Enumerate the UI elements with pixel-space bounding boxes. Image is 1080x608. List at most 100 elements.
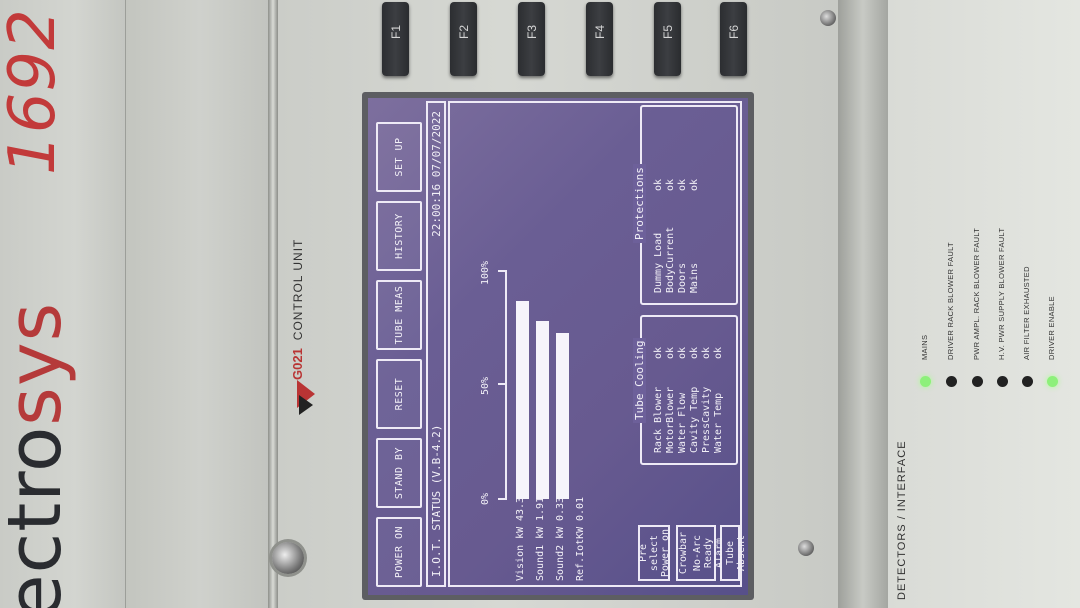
indicator-label: H.V. PWR SUPPLY BLOWER FAULT	[997, 227, 1006, 360]
scale-label-0: 0%	[480, 492, 491, 505]
status-item-name: Mains	[689, 262, 700, 293]
measurement-label: Sound1 kW	[535, 526, 546, 581]
indicator-led-icon	[1022, 376, 1033, 387]
brand-suffix: sys	[0, 301, 78, 426]
status-datetime: 22:00:16 07/07/2022	[429, 111, 443, 237]
crowbar-line1: No-Arc	[692, 534, 703, 572]
scale-tick	[498, 498, 505, 500]
status-item-name: Doors	[677, 262, 688, 293]
tube-meas-button[interactable]: TUBE MEAS	[376, 280, 422, 350]
indicator-led-icon	[997, 376, 1008, 387]
measurement-label: Ref.IotKW	[575, 526, 586, 581]
alarm-line1: Alarm Tube	[713, 537, 736, 569]
lcd-content: POWER ON STAND BY RESET TUBE MEAS HISTOR…	[368, 98, 748, 595]
status-item-state: ok	[653, 346, 664, 359]
indicator-led-icon	[946, 376, 957, 387]
left-cabinet-panel: 1692 ectrosys	[0, 0, 125, 608]
measurement-bar	[516, 301, 529, 499]
status-item-state: ok	[653, 178, 664, 191]
status-item-state: ok	[689, 178, 700, 191]
status-item-name: MotorBlower	[665, 386, 676, 453]
status-item-name: PressCavity	[701, 386, 712, 453]
brand-prefix: ectro	[0, 425, 78, 608]
function-key-f2[interactable]: F2	[450, 2, 477, 76]
scale-tick	[498, 270, 505, 272]
scale-axis	[505, 270, 507, 500]
setup-button[interactable]: SET UP	[376, 122, 422, 192]
status-title: I.O.T. STATUS (V.B-4.2)	[429, 424, 443, 577]
status-item-state: ok	[665, 346, 676, 359]
scale-tick	[498, 383, 505, 385]
status-item-name: Water Temp	[713, 392, 724, 453]
function-key-f5[interactable]: F5	[654, 2, 681, 76]
function-key-f1[interactable]: F1	[382, 2, 409, 76]
measurement-value: 0.01	[575, 496, 586, 521]
screw-icon	[820, 10, 836, 26]
function-key-f3[interactable]: F3	[518, 2, 545, 76]
status-item-state: ok	[665, 178, 676, 191]
indicator-led-icon	[972, 376, 983, 387]
status-title-bar: I.O.T. STATUS (V.B-4.2) 22:00:16 07/07/2…	[426, 101, 446, 587]
protections-group: Protections Dummy Load ok BodyCurrent ok Doo…	[633, 105, 738, 305]
status-item-name: Cavity Temp	[689, 386, 700, 453]
preselect-line1: Pre select	[637, 534, 660, 572]
alarm-box: Alarm Tube Absent	[714, 525, 747, 581]
indicator-label: AIR FILTER EXHAUSTED	[1022, 266, 1031, 360]
measurement-value: 0.33	[555, 496, 566, 521]
status-main-frame: 0% 50% 100% Vision kW 43.37 Sound1 kW 1.91 S…	[448, 101, 747, 587]
stand-by-button[interactable]: STAND BY	[376, 438, 422, 508]
brand-logo-text: ectrosys	[0, 302, 78, 608]
measurement-bar	[556, 333, 569, 499]
cabinet-edge	[838, 0, 888, 608]
measurement-value: 1.91	[535, 496, 546, 521]
status-item-name: Rack Blower	[653, 386, 664, 453]
indicator-label: PWR AMPL. RACK BLOWER FAULT	[972, 227, 981, 360]
status-item-state: ok	[677, 178, 688, 191]
history-button[interactable]: HISTORY	[376, 201, 422, 271]
tube-cooling-title: Tube Cooling	[633, 337, 646, 423]
lcd-screen: POWER ON STAND BY RESET TUBE MEAS HISTOR…	[368, 98, 748, 595]
f1-label: F1	[388, 24, 403, 40]
detectors-title: DETECTORS / INTERFACE	[896, 440, 908, 600]
cabinet-bay	[125, 0, 274, 608]
model-number: 1692	[0, 8, 70, 175]
status-item-name: Dummy Load	[653, 232, 664, 293]
f4-label: F4	[592, 24, 607, 40]
status-item-name: Water Flow	[677, 392, 688, 453]
f6-label: F6	[726, 24, 741, 40]
control-unit-label: G021 CONTROL UNIT	[290, 239, 305, 380]
indicator-label: DRIVER RACK BLOWER FAULT	[946, 242, 955, 360]
status-item-state: ok	[677, 346, 688, 359]
preselect-box: Pre select Power on	[637, 525, 671, 581]
indicator-label: DRIVER ENABLE	[1047, 296, 1056, 360]
crowbar-title: Crowbar	[678, 531, 689, 575]
indicator-label: MAINS	[920, 334, 929, 360]
cabinet-divider	[268, 0, 278, 608]
crowbar-line2: Ready	[703, 537, 714, 569]
indicator-led-icon	[1047, 376, 1058, 387]
screw-icon	[798, 540, 814, 556]
unit-code: G021	[290, 348, 305, 380]
power-on-button[interactable]: POWER ON	[376, 517, 422, 587]
function-key-f6[interactable]: F6	[720, 2, 747, 76]
status-item-name: BodyCurrent	[665, 226, 676, 293]
brand-mark-inner-icon	[299, 395, 313, 415]
crowbar-box: Crowbar No-Arc Ready	[676, 525, 716, 581]
status-item-state: ok	[701, 346, 712, 359]
reset-button[interactable]: RESET	[376, 359, 422, 429]
measurement-label: Vision kW	[515, 526, 526, 581]
alarm-line2: Absent	[735, 534, 747, 572]
function-key-f4[interactable]: F4	[586, 2, 613, 76]
unit-label: CONTROL UNIT	[290, 238, 305, 341]
scale-label-50: 50%	[480, 376, 491, 395]
status-item-state: ok	[689, 346, 700, 359]
measurement-bar	[536, 321, 549, 499]
indicator-led-icon	[920, 376, 931, 387]
f5-label: F5	[660, 24, 675, 40]
status-item-state: ok	[713, 346, 724, 359]
f2-label: F2	[456, 24, 471, 40]
protections-title: Protections	[633, 164, 646, 243]
measurement-label: Sound2 kW	[555, 526, 566, 581]
panel-lock-knob[interactable]	[272, 542, 304, 574]
scale-label-100: 100%	[480, 260, 491, 285]
